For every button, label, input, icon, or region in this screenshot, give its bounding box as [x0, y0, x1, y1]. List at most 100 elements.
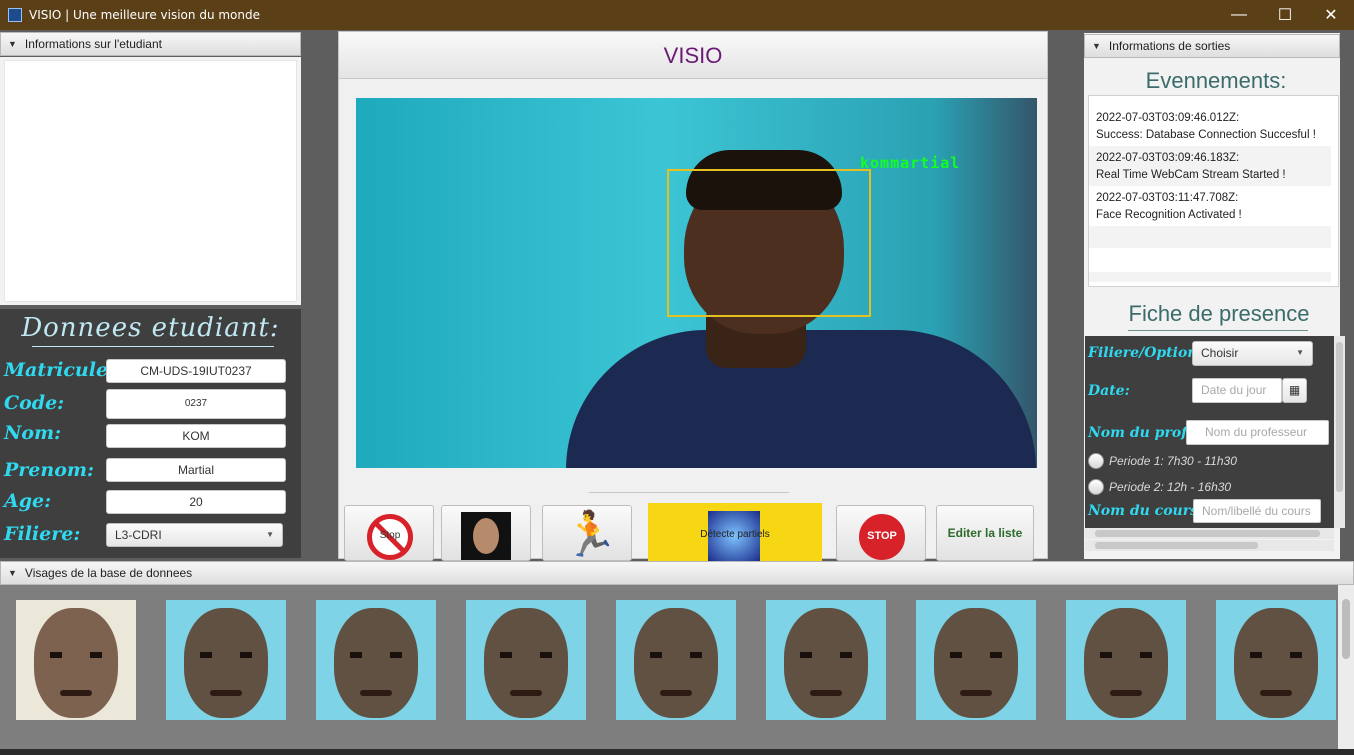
- face-thumbnail[interactable]: [16, 600, 136, 720]
- collapse-triangle-icon: ▼: [1092, 41, 1101, 51]
- face-skin: [784, 608, 868, 718]
- stop-sign-red-icon: STOP: [859, 514, 905, 560]
- output-info-header-label: Informations de sorties: [1108, 39, 1231, 53]
- student-data-title: Donnees etudiant:: [21, 313, 280, 343]
- face-skin: [484, 608, 568, 718]
- faces-vertical-scrollbar[interactable]: [1338, 585, 1354, 749]
- face-thumbnail[interactable]: [1066, 600, 1186, 720]
- face-thumbnail[interactable]: [166, 600, 286, 720]
- webcam-stream: kommartial: [356, 98, 1037, 468]
- face-mouth: [1110, 690, 1142, 696]
- face-eyes: [50, 652, 102, 658]
- faces-database-header-label: Visages de la base de donnees: [24, 566, 193, 580]
- runner-icon: 🏃: [563, 510, 618, 559]
- attendance-sheet-title: Fiche de presence: [1128, 301, 1310, 326]
- event-message: Success: Database Connection Succesful !: [1096, 129, 1316, 141]
- prof-label: Nom du prof:: [1088, 425, 1193, 441]
- event-item: 2022-07-03T03:09:46.012Z: Success: Datab…: [1089, 106, 1331, 146]
- face-portrait-icon: [461, 512, 511, 560]
- scrollbar-thumb[interactable]: [1342, 599, 1350, 659]
- events-list[interactable]: 2022-07-03T03:09:46.012Z: Success: Datab…: [1088, 95, 1339, 287]
- recognized-name-label: kommartial: [860, 154, 961, 172]
- face-mouth: [60, 690, 92, 696]
- periode1-radio[interactable]: [1088, 453, 1104, 469]
- face-skin: [184, 608, 268, 718]
- scrollbar-thumb[interactable]: [1336, 342, 1343, 492]
- window-footer: [0, 749, 1354, 755]
- filiere-option-value: Choisir: [1201, 346, 1239, 360]
- attendance-vertical-scrollbar[interactable]: [1334, 336, 1345, 528]
- main-camera-panel: VISIO kommartial Stop 🏃 Détecte partiels…: [338, 31, 1048, 561]
- face-eyes: [950, 652, 1002, 658]
- periode1-label: Periode 1: 7h30 - 11h30: [1109, 454, 1237, 468]
- stop-recognition-button[interactable]: STOP: [836, 505, 926, 561]
- filiere-option-select[interactable]: Choisir ▼: [1192, 341, 1313, 366]
- scrollbar-thumb[interactable]: [1095, 542, 1258, 549]
- prof-field[interactable]: Nom du professeur: [1186, 420, 1329, 445]
- window-controls: — ☐ ✕: [1216, 0, 1354, 30]
- face-mouth: [660, 690, 692, 696]
- filiere-select[interactable]: L3-CDRI ▼: [106, 523, 283, 547]
- faces-database-header[interactable]: ▼ Visages de la base de donnees: [0, 561, 1354, 585]
- date-field[interactable]: Date du jour: [1192, 378, 1282, 403]
- student-info-header[interactable]: ▼ Informations sur l'etudiant: [0, 32, 301, 56]
- maximize-icon[interactable]: ☐: [1262, 0, 1308, 30]
- nom-field[interactable]: KOM: [106, 424, 286, 448]
- face-mouth: [510, 690, 542, 696]
- face-skin: [334, 608, 418, 718]
- face-thumbnail[interactable]: [466, 600, 586, 720]
- panel-horizontal-scrollbar[interactable]: [1085, 540, 1334, 551]
- faces-database-strip: [0, 585, 1338, 749]
- face-thumbnail[interactable]: [316, 600, 436, 720]
- events-title: Evennements:: [1145, 68, 1287, 93]
- calendar-icon[interactable]: ▦: [1282, 378, 1307, 403]
- face-thumbnail[interactable]: [1216, 600, 1336, 720]
- chevron-down-icon: ▼: [1296, 348, 1304, 357]
- output-info-header[interactable]: ▼ Informations de sorties: [1084, 34, 1340, 58]
- collapse-triangle-icon: ▼: [8, 568, 17, 578]
- face-skin: [634, 608, 718, 718]
- face-database-button[interactable]: [441, 505, 531, 561]
- event-message: Face Recognition Activated !: [1096, 209, 1242, 221]
- face-mouth: [810, 690, 842, 696]
- nom-label: Nom:: [4, 422, 62, 444]
- toolbar-separator: [589, 492, 789, 493]
- minimize-icon[interactable]: —: [1216, 0, 1262, 30]
- face-thumbnail[interactable]: [616, 600, 736, 720]
- event-empty-row: [1089, 272, 1331, 282]
- attendance-horizontal-scrollbar[interactable]: [1085, 528, 1334, 539]
- course-field[interactable]: Nom/libellé du cours: [1193, 499, 1321, 523]
- face-skin: [34, 608, 118, 718]
- periode2-radio[interactable]: [1088, 479, 1104, 495]
- attendance-title-underline: [1128, 330, 1308, 331]
- run-recognition-button[interactable]: 🏃: [542, 505, 632, 561]
- matricule-field[interactable]: CM-UDS-19IUT0237: [106, 359, 286, 383]
- face-thumbnail[interactable]: [766, 600, 886, 720]
- event-message: Real Time WebCam Stream Started !: [1096, 169, 1286, 181]
- partial-detection-button[interactable]: Détecte partiels: [648, 503, 822, 561]
- edit-list-button[interactable]: Editer la liste: [936, 505, 1034, 561]
- partial-detection-label: Détecte partiels: [700, 529, 770, 540]
- code-field[interactable]: 0237: [106, 389, 286, 419]
- prenom-label: Prenom:: [4, 459, 94, 481]
- periode2-label: Periode 2: 12h - 16h30: [1109, 480, 1232, 494]
- date-label: Date:: [1088, 383, 1130, 399]
- face-mouth: [960, 690, 992, 696]
- title-underline: [32, 346, 274, 347]
- face-eyes: [1100, 652, 1152, 658]
- window-title: VISIO | Une meilleure vision du monde: [29, 8, 260, 22]
- age-field[interactable]: 20: [106, 490, 286, 514]
- face-mouth: [1260, 690, 1292, 696]
- event-empty-row: [1089, 226, 1331, 248]
- face-eyes: [350, 652, 402, 658]
- close-icon[interactable]: ✕: [1308, 0, 1354, 30]
- face-mouth: [360, 690, 392, 696]
- scrollbar-thumb[interactable]: [1095, 530, 1320, 537]
- stop-stream-button[interactable]: Stop: [344, 505, 434, 561]
- face-eyes: [200, 652, 252, 658]
- face-detection-box: [667, 169, 871, 317]
- prenom-field[interactable]: Martial: [106, 458, 286, 482]
- chevron-down-icon: ▼: [266, 530, 274, 539]
- collapse-triangle-icon: ▼: [8, 39, 17, 49]
- face-thumbnail[interactable]: [916, 600, 1036, 720]
